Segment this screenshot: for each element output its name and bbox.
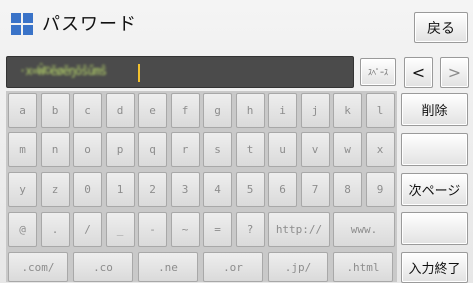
key-h[interactable]: h	[235, 93, 265, 128]
key-4[interactable]: 4	[203, 172, 232, 207]
key-o[interactable]: o	[73, 132, 102, 167]
password-value: ·x=Ŵ©ĕøĕŋŏŝűmŝ	[19, 64, 107, 78]
delete-button[interactable]: 削除	[401, 93, 468, 126]
key-8[interactable]: 8	[333, 172, 362, 207]
key-l[interactable]: l	[365, 93, 395, 128]
key-symbol[interactable]: ~	[170, 212, 200, 247]
key-s[interactable]: s	[203, 132, 232, 167]
key-r[interactable]: r	[170, 132, 200, 167]
key-6[interactable]: 6	[268, 172, 297, 207]
key-u[interactable]: u	[268, 132, 297, 167]
page-title: パスワード	[42, 14, 137, 35]
key-z[interactable]: z	[40, 172, 70, 207]
key-symbol[interactable]: .html	[333, 252, 393, 282]
key-symbol[interactable]: .ne	[138, 252, 198, 282]
password-input[interactable]: ·x=Ŵ©ĕøĕŋŏŝűmŝ	[6, 56, 354, 88]
key-i[interactable]: i	[268, 93, 297, 128]
key-c[interactable]: c	[73, 93, 102, 128]
key-symbol[interactable]: .	[40, 212, 70, 247]
key-n[interactable]: n	[40, 132, 70, 167]
header-bar: パスワード 戻る	[0, 0, 473, 48]
key-k[interactable]: k	[333, 93, 362, 128]
key-symbol[interactable]: .co	[73, 252, 133, 282]
key-q[interactable]: q	[138, 132, 167, 167]
key-symbol[interactable]: http://	[268, 212, 330, 247]
key-symbol[interactable]: www.	[333, 212, 395, 247]
key-b[interactable]: b	[40, 93, 70, 128]
key-5[interactable]: 5	[235, 172, 265, 207]
key-symbol[interactable]: -	[138, 212, 167, 247]
key-y[interactable]: y	[8, 172, 37, 207]
cursor-right-button[interactable]: >	[440, 57, 469, 88]
key-e[interactable]: e	[138, 93, 167, 128]
key-p[interactable]: p	[105, 132, 135, 167]
key-w[interactable]: w	[333, 132, 362, 167]
key-symbol[interactable]: @	[8, 212, 37, 247]
next-page-button[interactable]: 次ページ	[401, 173, 468, 206]
back-button[interactable]: 戻る	[414, 12, 468, 43]
key-9[interactable]: 9	[365, 172, 395, 207]
blank-side-button	[401, 133, 468, 166]
key-symbol[interactable]: _	[105, 212, 135, 247]
blank-side-button	[401, 212, 468, 245]
windows-icon	[11, 13, 33, 35]
key-symbol[interactable]: .or	[203, 252, 263, 282]
key-7[interactable]: 7	[300, 172, 330, 207]
key-3[interactable]: 3	[170, 172, 200, 207]
key-2[interactable]: 2	[138, 172, 167, 207]
text-caret	[138, 64, 140, 82]
key-symbol[interactable]: =	[203, 212, 232, 247]
character-keyboard: a b c d e f g h i j k l m n o p q r s t u v w x y z 0 1 2 3 4 5 6 7 8 9 @. / _…	[6, 91, 397, 282]
key-0[interactable]: 0	[73, 172, 102, 207]
key-f[interactable]: f	[170, 93, 200, 128]
key-v[interactable]: v	[300, 132, 330, 167]
key-t[interactable]: t	[235, 132, 265, 167]
key-j[interactable]: j	[300, 93, 330, 128]
cursor-left-button[interactable]: <	[404, 57, 433, 88]
key-m[interactable]: m	[8, 132, 37, 167]
key-x[interactable]: x	[365, 132, 395, 167]
key-g[interactable]: g	[203, 93, 232, 128]
key-symbol[interactable]: .com/	[8, 252, 68, 282]
key-symbol[interactable]: .jp/	[268, 252, 328, 282]
space-button[interactable]: ｽﾍﾟｰｽ	[360, 58, 396, 86]
key-symbol[interactable]: ?	[235, 212, 265, 247]
key-a[interactable]: a	[8, 93, 37, 128]
finish-input-button[interactable]: 入力終了	[401, 252, 468, 283]
key-symbol[interactable]: /	[73, 212, 102, 247]
key-1[interactable]: 1	[105, 172, 135, 207]
key-d[interactable]: d	[105, 93, 135, 128]
